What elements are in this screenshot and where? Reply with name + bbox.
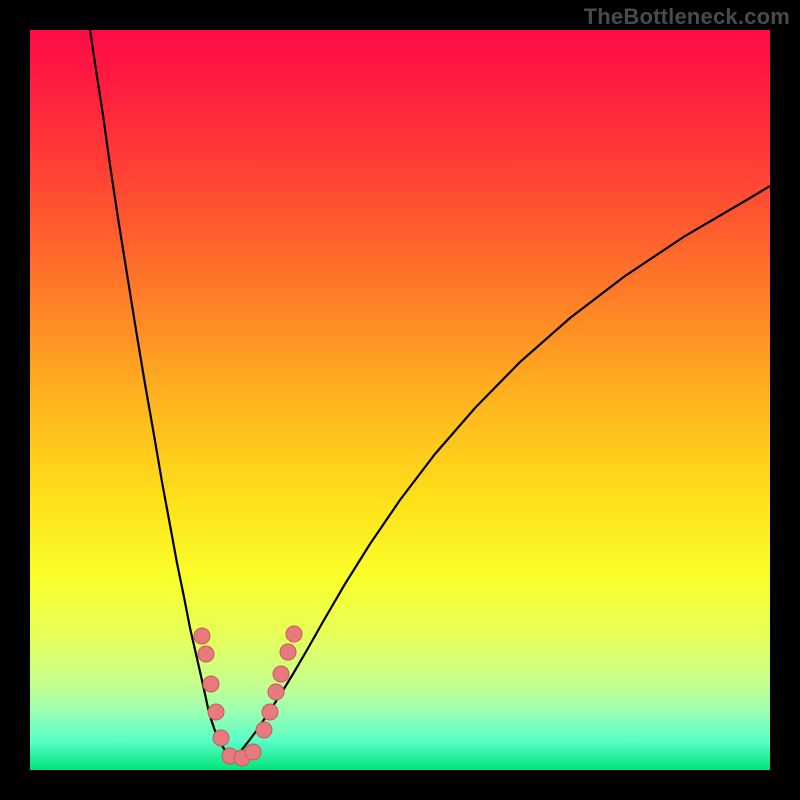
data-marker <box>203 676 219 692</box>
watermark-text: TheBottleneck.com <box>584 4 790 30</box>
data-marker <box>245 744 261 760</box>
data-marker <box>280 644 296 660</box>
curve-right-branch <box>233 186 770 760</box>
data-marker <box>262 704 278 720</box>
data-marker <box>273 666 289 682</box>
marker-group <box>194 626 302 766</box>
data-marker <box>286 626 302 642</box>
data-marker <box>194 628 210 644</box>
chart-svg <box>30 30 770 770</box>
data-marker <box>268 684 284 700</box>
plot-area <box>30 30 770 770</box>
data-marker <box>256 722 272 738</box>
data-marker <box>208 704 224 720</box>
data-marker <box>198 646 214 662</box>
data-marker <box>213 730 229 746</box>
outer-frame: TheBottleneck.com <box>0 0 800 800</box>
